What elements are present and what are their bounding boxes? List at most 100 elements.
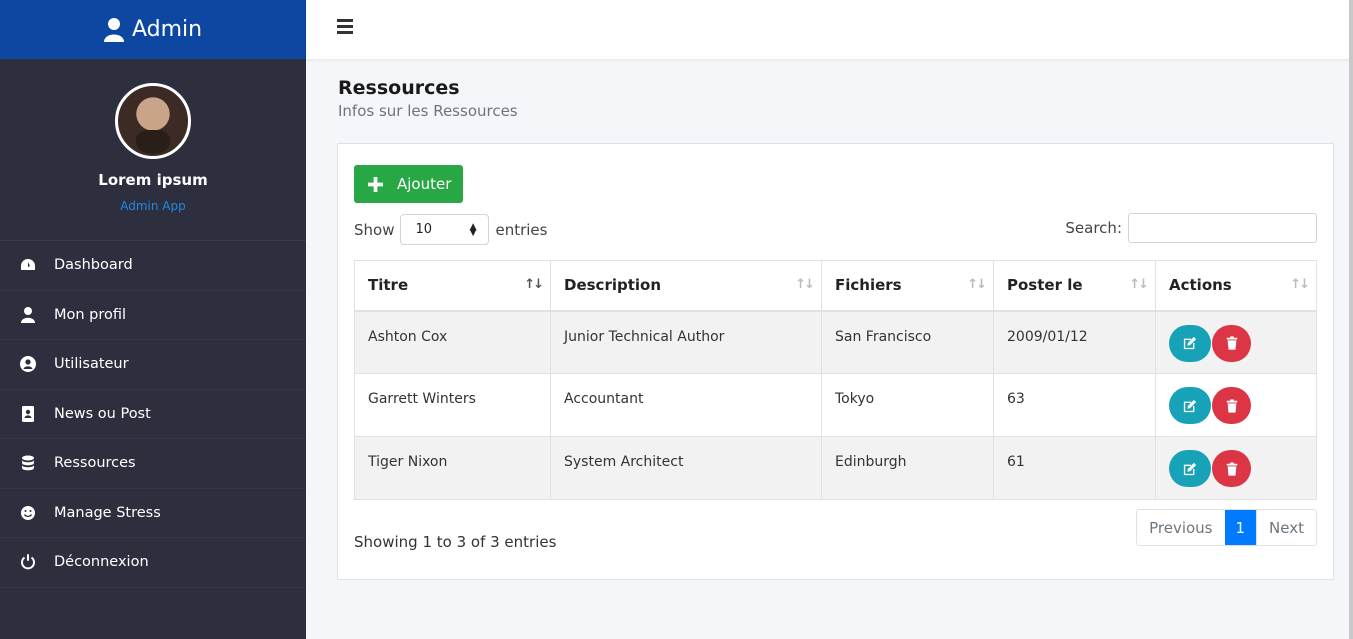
sidebar: Admin Lorem ipsum Admin App Dashboard Mo… xyxy=(0,0,306,639)
previous-button[interactable]: Previous xyxy=(1137,510,1224,545)
user-circle-icon xyxy=(20,356,36,373)
edit-icon xyxy=(1183,336,1197,350)
cell-fichiers: Edinburgh xyxy=(821,436,994,500)
address-book-icon xyxy=(20,405,36,422)
column-header-label: Poster le xyxy=(1007,276,1083,295)
cell-fichiers: San Francisco xyxy=(821,310,994,374)
resources-table: Titre ↑↓ Description ↑↓ Fichiers ↑↓ Poster … xyxy=(354,260,1317,500)
cell-poster-le: 2009/01/12 xyxy=(993,310,1156,374)
delete-button[interactable] xyxy=(1212,387,1251,424)
column-header-titre[interactable]: Titre ↑↓ xyxy=(354,260,551,312)
sidebar-item-manage-stress[interactable]: Manage Stress xyxy=(0,489,306,538)
show-label: Show xyxy=(354,220,395,239)
topbar xyxy=(306,0,1353,59)
resources-card: Ajouter Show 10 ▲ ▼ entries Search: Titre… xyxy=(337,143,1334,580)
column-header-label: Titre xyxy=(368,276,409,295)
sidebar-item-label: Ressources xyxy=(54,455,136,472)
menu-toggle-icon[interactable] xyxy=(337,19,353,34)
sidebar-item-label: Manage Stress xyxy=(54,504,161,521)
cell-fichiers: Tokyo xyxy=(821,373,994,437)
entries-label: entries xyxy=(495,220,548,239)
power-icon xyxy=(20,554,36,570)
sidebar-item-label: News ou Post xyxy=(54,405,151,422)
entries-select[interactable]: 10 ▲ ▼ xyxy=(400,214,490,245)
sidebar-item-news[interactable]: News ou Post xyxy=(0,390,306,439)
scrollbar[interactable] xyxy=(1349,0,1353,639)
table-header-row: Titre ↑↓ Description ↑↓ Fichiers ↑↓ Poster … xyxy=(354,260,1317,312)
trash-icon xyxy=(1226,336,1237,350)
user-icon xyxy=(103,17,124,42)
page-title: Ressources xyxy=(338,77,460,99)
profile-name: Lorem ipsum xyxy=(98,171,208,189)
column-header-actions[interactable]: Actions ↑↓ xyxy=(1155,260,1317,312)
cell-poster-le: 63 xyxy=(993,373,1156,437)
page-1-button[interactable]: 1 xyxy=(1224,510,1257,545)
sidebar-item-dashboard[interactable]: Dashboard xyxy=(0,241,306,291)
sort-icon: ↑↓ xyxy=(1129,277,1149,292)
entries-select-value: 10 xyxy=(415,222,433,237)
cell-actions xyxy=(1155,310,1317,374)
sidebar-item-label: Dashboard xyxy=(54,257,133,274)
cell-titre: Tiger Nixon xyxy=(354,436,551,500)
smile-icon xyxy=(20,505,36,521)
select-arrows-icon: ▲ ▼ xyxy=(469,221,477,238)
edit-button[interactable] xyxy=(1169,324,1211,362)
delete-button[interactable] xyxy=(1212,324,1251,362)
cell-description: Junior Technical Author xyxy=(550,310,822,374)
cell-actions xyxy=(1155,436,1317,500)
sidebar-item-mon-profil[interactable]: Mon profil xyxy=(0,291,306,340)
cell-titre: Garrett Winters xyxy=(354,373,551,437)
cell-description: System Architect xyxy=(550,436,822,500)
column-header-label: Fichiers xyxy=(835,276,902,295)
sidebar-item-utilisateur[interactable]: Utilisateur xyxy=(0,340,306,390)
page-subtitle: Infos sur les Ressources xyxy=(338,102,518,120)
user-icon xyxy=(20,306,36,323)
trash-icon xyxy=(1226,461,1237,476)
sidebar-item-label: Utilisateur xyxy=(54,356,129,373)
cell-description: Accountant xyxy=(550,373,822,437)
avatar xyxy=(115,83,191,159)
pagination: Previous 1 Next xyxy=(1136,509,1317,546)
delete-button[interactable] xyxy=(1212,450,1251,487)
search-control: Search: xyxy=(1065,213,1317,243)
trash-icon xyxy=(1226,398,1237,413)
dashboard-icon xyxy=(20,257,36,273)
table-row: Tiger Nixon System Architect Edinburgh 6… xyxy=(354,436,1317,500)
edit-button[interactable] xyxy=(1169,450,1211,487)
column-header-description[interactable]: Description ↑↓ xyxy=(550,260,822,312)
edit-icon xyxy=(1183,462,1197,475)
brand-title: Admin xyxy=(131,17,203,42)
brand[interactable]: Admin xyxy=(0,0,306,59)
table-row: Garrett Winters Accountant Tokyo 63 xyxy=(354,373,1317,437)
column-header-fichiers[interactable]: Fichiers ↑↓ xyxy=(821,260,994,312)
table-row: Ashton Cox Junior Technical Author San F… xyxy=(354,310,1317,374)
sort-icon: ↑↓ xyxy=(524,277,544,292)
column-header-label: Actions xyxy=(1169,276,1232,295)
add-button[interactable]: Ajouter xyxy=(354,165,463,203)
profile-role: Admin App xyxy=(120,199,186,213)
sort-icon: ↑↓ xyxy=(1290,277,1310,292)
next-button[interactable]: Next xyxy=(1256,510,1316,545)
column-header-poster-le[interactable]: Poster le ↑↓ xyxy=(993,260,1156,312)
sidebar-item-label: Déconnexion xyxy=(54,554,149,571)
cell-actions xyxy=(1155,373,1317,437)
plus-icon xyxy=(368,176,383,192)
sidebar-nav: Dashboard Mon profil Utilisateur News ou… xyxy=(0,241,306,588)
search-label: Search: xyxy=(1065,219,1122,237)
search-input[interactable] xyxy=(1128,213,1317,243)
profile: Lorem ipsum Admin App xyxy=(0,59,306,241)
length-control: Show 10 ▲ ▼ entries xyxy=(354,214,547,245)
sidebar-item-deconnexion[interactable]: Déconnexion xyxy=(0,538,306,588)
edit-icon xyxy=(1183,399,1197,412)
sidebar-item-ressources[interactable]: Ressources xyxy=(0,439,306,489)
column-header-label: Description xyxy=(564,276,662,295)
sort-icon: ↑↓ xyxy=(795,277,815,292)
edit-button[interactable] xyxy=(1169,387,1211,424)
cell-poster-le: 61 xyxy=(993,436,1156,500)
database-icon xyxy=(20,455,36,471)
cell-titre: Ashton Cox xyxy=(354,310,551,374)
add-button-label: Ajouter xyxy=(397,175,452,193)
sort-icon: ↑↓ xyxy=(967,277,987,292)
sidebar-item-label: Mon profil xyxy=(54,306,127,323)
table-info: Showing 1 to 3 of 3 entries xyxy=(354,533,557,551)
